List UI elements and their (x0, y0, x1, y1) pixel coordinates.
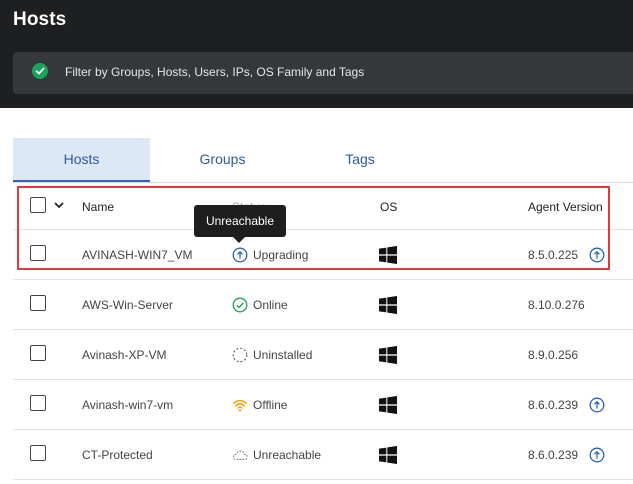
agent-version: 8.9.0.256 (528, 348, 579, 362)
host-name[interactable]: Avinash-XP-VM (82, 348, 166, 362)
windows-icon (379, 396, 397, 414)
page-title: Hosts (13, 9, 67, 30)
check-circle-icon (232, 297, 248, 313)
agent-version: 8.10.0.276 (528, 298, 585, 312)
tab-groups[interactable]: Groups (170, 138, 275, 182)
agent-version: 8.6.0.239 (528, 448, 579, 462)
windows-icon (379, 446, 397, 464)
row-checkbox[interactable] (30, 295, 46, 311)
status-text: Uninstalled (253, 348, 313, 362)
tab-hosts[interactable]: Hosts (13, 138, 150, 182)
row-divider (13, 479, 633, 480)
row-divider (13, 279, 633, 280)
windows-icon (379, 346, 397, 364)
status-text: Online (253, 298, 288, 312)
check-circle-icon (32, 63, 48, 79)
status-text: Offline (253, 398, 288, 412)
host-name[interactable]: Avinash-win7-vm (82, 398, 173, 412)
wifi-icon (232, 399, 248, 412)
row-checkbox[interactable] (30, 445, 46, 461)
cloud-icon (232, 450, 248, 460)
top-bar (0, 0, 633, 44)
status-text: Unreachable (253, 448, 322, 462)
tooltip-arrow (233, 237, 245, 243)
highlight-box (17, 186, 610, 270)
status-tooltip: Unreachable (194, 205, 286, 237)
upgrade-available-icon[interactable] (589, 397, 605, 413)
tabs-divider (13, 182, 633, 183)
host-name[interactable]: AWS-Win-Server (82, 298, 173, 312)
filter-label[interactable]: Filter by Groups, Hosts, Users, IPs, OS … (65, 65, 364, 79)
tab-tags[interactable]: Tags (315, 138, 405, 182)
row-checkbox[interactable] (30, 345, 46, 361)
row-divider (13, 429, 633, 430)
windows-icon (379, 296, 397, 314)
row-checkbox[interactable] (30, 395, 46, 411)
dashed-circle-icon (232, 347, 248, 363)
host-name[interactable]: CT-Protected (82, 448, 153, 462)
agent-version: 8.6.0.239 (528, 398, 579, 412)
row-divider (13, 329, 633, 330)
row-divider (13, 379, 633, 380)
upgrade-available-icon[interactable] (589, 447, 605, 463)
